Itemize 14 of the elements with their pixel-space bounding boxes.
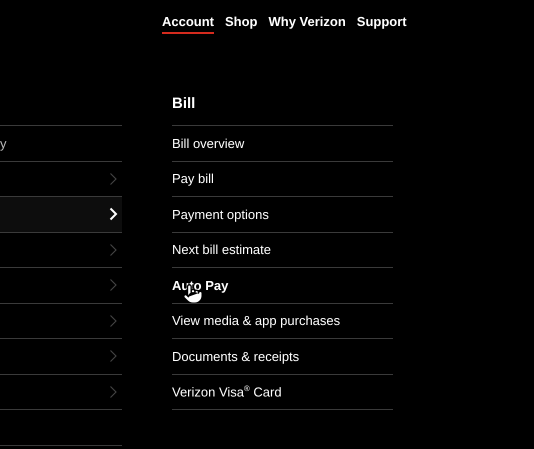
submenu-link[interactable]: Payment options [172, 206, 269, 222]
nav-tab[interactable]: Why Verizon [268, 14, 346, 34]
menu-row[interactable]: y [0, 125, 122, 160]
menu-item-label: y [0, 136, 6, 151]
nav-tab[interactable]: Shop [225, 14, 258, 34]
submenu-link[interactable]: Verizon Visa$^{®}$ Card [172, 384, 282, 400]
submenu-title: Bill [172, 94, 196, 114]
submenu-link[interactable]: Documents & receipts [172, 348, 300, 364]
nav-tab[interactable]: Support [356, 14, 407, 34]
submenu-link[interactable]: View media & app purchases [172, 313, 340, 328]
submenu-link[interactable]: Next bill estimate [172, 242, 271, 258]
submenu-link[interactable]: Bill overview [172, 136, 244, 151]
submenu-link[interactable]: Pay bill [172, 171, 214, 186]
nav-tab[interactable]: Account [162, 14, 214, 34]
